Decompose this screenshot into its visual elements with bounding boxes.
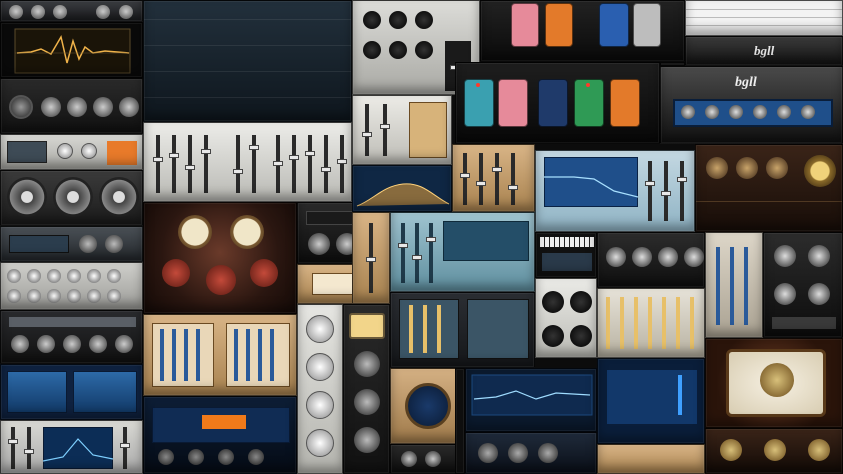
dark-vu-tile — [455, 368, 465, 474]
dark-blue-eq-tile — [143, 396, 297, 474]
black-rack-knobs-tile — [597, 232, 705, 288]
silver-fader-console-tile — [143, 122, 352, 202]
vintage-knob-row-bottom — [705, 428, 843, 474]
spectrum-curve — [43, 438, 113, 462]
spectrum-analyzer-small — [352, 165, 452, 212]
eq-band-plot — [471, 374, 593, 416]
api-style-console-tile — [143, 0, 352, 122]
tan-fader-console-tile — [143, 314, 297, 396]
data-table-tile — [685, 0, 843, 36]
blue-amp-head-tile: bgll — [660, 66, 843, 144]
vintage-compressor-tile — [0, 78, 143, 134]
keyboard-synth-tile — [535, 232, 597, 278]
vu-meter-strip-tile — [343, 304, 390, 474]
plugin-mosaic: bgll bgll — [0, 0, 843, 474]
tan-channel-strip-tile — [452, 144, 535, 212]
pink-pedal-2 — [498, 79, 528, 127]
pink-pedal — [511, 3, 539, 47]
fader-spectrum-tile — [0, 420, 143, 474]
dark-blue-plot-tile — [465, 368, 597, 432]
dark-bottom-rack — [390, 444, 465, 474]
silver-pedal — [633, 3, 661, 47]
tape-machine-tile — [0, 170, 143, 226]
blue-pedal — [599, 3, 629, 47]
meter-fader-tile — [352, 95, 452, 165]
spectrum-curve-small — [356, 183, 450, 207]
rack-strip-tile — [0, 226, 143, 262]
vintage-preamp-tile — [695, 144, 843, 232]
tan-vu-tile — [352, 212, 390, 304]
pedalboard-right-logo-tile — [660, 62, 685, 66]
pedalboard-top — [480, 0, 685, 62]
teal-channel-tile — [390, 212, 535, 292]
vintage-mic-display-tile — [705, 338, 843, 428]
tan-meter-rack-tile — [390, 292, 535, 368]
amp-head-top: bgll — [685, 36, 843, 66]
silver-eq-tile — [0, 134, 143, 170]
multiband-knob-grid-tile — [0, 262, 143, 310]
amp-logo-top: bgll — [754, 43, 775, 58]
orange-pedal-2 — [610, 79, 640, 127]
steampunk-meter-tile — [143, 202, 297, 314]
channel-strip-top-left — [0, 0, 143, 22]
blue-eq-display-tile — [0, 364, 143, 420]
pedalboard-middle — [455, 62, 660, 144]
white-compressor-tile — [535, 278, 597, 358]
waveform-graphic — [14, 28, 131, 74]
circular-scope-tile — [390, 368, 465, 444]
navy-eq-screen-tile — [597, 358, 705, 444]
navy-pedal — [538, 79, 568, 127]
silver-knob-eq-tile — [297, 304, 343, 474]
tan-meter-strip-tile — [705, 232, 763, 338]
amp-logo-right: bgll — [735, 75, 757, 90]
tan-channel-bottom — [597, 444, 705, 474]
waveform-display-tile — [0, 22, 143, 78]
orange-pedal — [545, 3, 573, 47]
dark-blue-rack-bottom — [465, 432, 597, 474]
light-blue-eq-tile — [535, 150, 695, 232]
eq-curve — [544, 176, 638, 198]
channel-strip-dark-tile — [0, 310, 143, 364]
tan-multitrack-fader-tile — [597, 288, 705, 358]
black-compressor-tile — [763, 232, 843, 338]
